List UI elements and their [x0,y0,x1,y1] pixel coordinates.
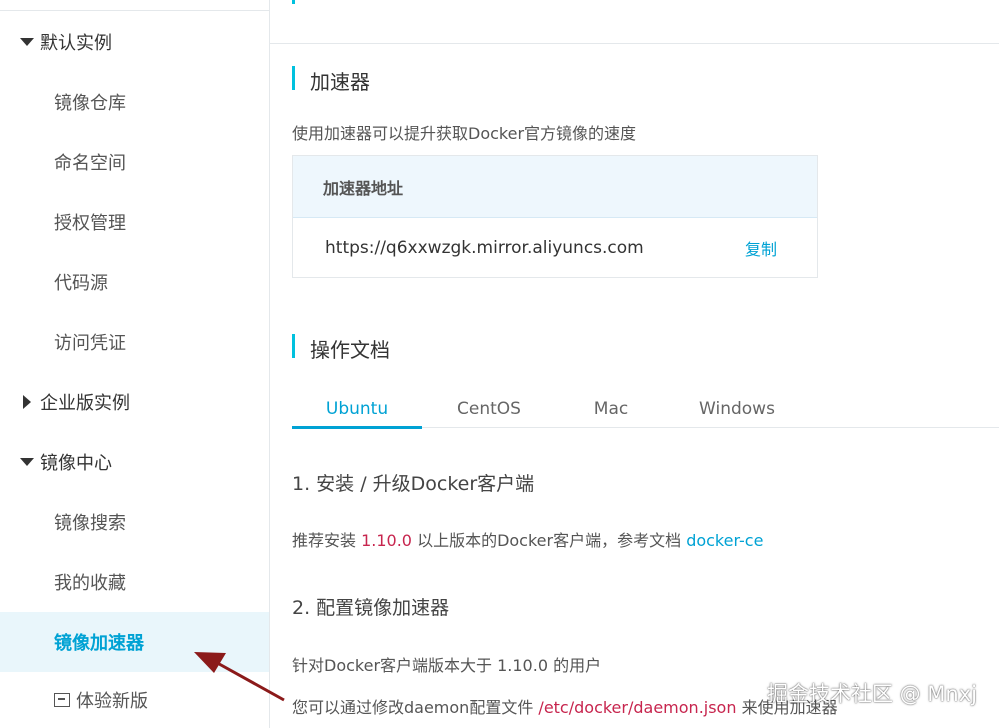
accelerator-table: 加速器地址 https://q6xxwzgk.mirror.aliyuncs.c… [292,155,818,278]
main-content: 加速器 使用加速器可以提升获取Docker官方镜像的速度 加速器地址 https… [270,0,999,728]
sidebar-item-label: 镜像加速器 [54,633,144,654]
accelerator-title: 加速器 [310,70,370,94]
caret-down-icon [20,35,34,49]
accelerator-table-header: 加速器地址 [293,156,817,218]
copy-button[interactable]: 复制 [745,236,777,260]
sidebar-item-label: 授权管理 [54,213,126,234]
tab-mac[interactable]: Mac [546,390,676,428]
sidebar-group-label: 镜像中心 [40,453,112,474]
step2-line2: 您可以通过修改daemon配置文件 /etc/docker/daemon.jso… [292,694,838,718]
docker-ce-link[interactable]: docker-ce [686,531,763,550]
sidebar-item-label: 镜像仓库 [54,93,126,114]
tab-centos[interactable]: CentOS [424,390,554,428]
accelerator-address: https://q6xxwzgk.mirror.aliyuncs.com [325,238,644,258]
sidebar-item-try-new[interactable]: 体验新版 [0,670,269,728]
sidebar-item-repository[interactable]: 镜像仓库 [0,72,269,132]
daemon-path-code: /etc/docker/daemon.json [538,698,737,717]
sidebar-item-favorites[interactable]: 我的收藏 [0,552,269,612]
sidebar-item-namespace[interactable]: 命名空间 [0,132,269,192]
sidebar-item-label: 我的收藏 [54,573,126,594]
section-divider [270,43,999,44]
caret-down-icon [20,455,34,469]
version-code: 1.10.0 [361,531,412,550]
sidebar-divider [0,10,269,11]
sidebar: 默认实例 镜像仓库 命名空间 授权管理 代码源 访问凭证 企业版实例 镜像中心 … [0,0,270,728]
sidebar-group-label: 默认实例 [40,33,112,54]
step1-text: 推荐安装 1.10.0 以上版本的Docker客户端，参考文档 docker-c… [292,527,763,551]
accelerator-address-row: https://q6xxwzgk.mirror.aliyuncs.com 复制 [293,218,817,278]
sidebar-item-label: 镜像搜索 [54,513,126,534]
sidebar-item-label: 命名空间 [54,153,126,174]
step2-line1: 针对Docker客户端版本大于 1.10.0 的用户 [292,656,602,675]
step2-line2-prefix: 您可以通过修改daemon配置文件 [292,698,539,717]
sidebar-item-authorization[interactable]: 授权管理 [0,192,269,252]
sidebar-item-credentials[interactable]: 访问凭证 [0,312,269,372]
docs-title: 操作文档 [310,338,390,362]
sidebar-group-label: 企业版实例 [40,393,130,414]
step1-text-middle: 以上版本的Docker客户端，参考文档 [411,531,687,550]
sidebar-group-default[interactable]: 默认实例 [0,12,269,72]
new-version-icon [54,693,70,707]
step2-title: 2. 配置镜像加速器 [292,597,450,619]
step1-text-prefix: 推荐安装 [292,531,362,550]
sidebar-item-label: 访问凭证 [54,333,126,354]
section-accent [292,66,295,90]
tab-ubuntu[interactable]: Ubuntu [292,390,422,429]
sidebar-item-label: 体验新版 [76,691,148,712]
sidebar-item-code-source[interactable]: 代码源 [0,252,269,312]
step1-title: 1. 安装 / 升级Docker客户端 [292,473,535,495]
section-accent [292,334,295,358]
sidebar-group-mirror-center[interactable]: 镜像中心 [0,432,269,492]
os-tabs: Ubuntu CentOS Mac Windows [292,390,999,429]
sidebar-item-image-search[interactable]: 镜像搜索 [0,492,269,552]
sidebar-group-enterprise[interactable]: 企业版实例 [0,372,269,432]
accelerator-description: 使用加速器可以提升获取Docker官方镜像的速度 [292,124,637,143]
sidebar-item-label: 代码源 [54,273,108,294]
sidebar-item-mirror-accelerator[interactable]: 镜像加速器 [0,612,269,672]
caret-right-icon [20,395,34,409]
tab-windows[interactable]: Windows [672,390,802,428]
watermark: 掘金技术社区 @ Mnxj [766,682,977,706]
section-accent [292,0,295,4]
